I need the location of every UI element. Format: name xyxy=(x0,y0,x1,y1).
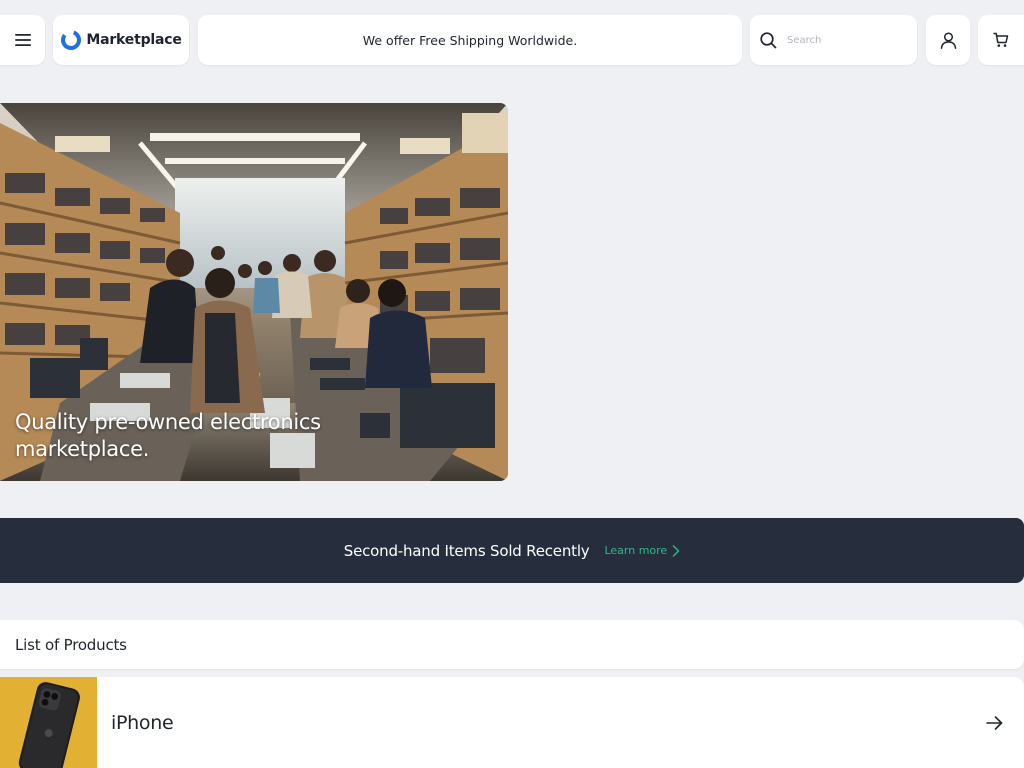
logo-link[interactable]: Marketplace xyxy=(53,15,189,65)
chevron-right-icon xyxy=(672,544,680,557)
hero-title: Quality pre-owned electronics marketplac… xyxy=(15,410,321,461)
learn-more-link[interactable]: Learn more xyxy=(604,544,680,557)
cart-icon xyxy=(993,32,1009,47)
arrow-right-icon xyxy=(985,715,1002,730)
sold-recently-text: Second-hand Items Sold Recently xyxy=(343,541,590,560)
search-box[interactable] xyxy=(750,15,917,65)
user-icon xyxy=(940,31,956,49)
product-row-iphone[interactable]: iPhone xyxy=(0,677,1024,768)
promo-banner: We offer Free Shipping Worldwide. xyxy=(198,15,742,65)
promo-text: We offer Free Shipping Worldwide. xyxy=(362,32,578,48)
search-icon[interactable] xyxy=(760,31,777,49)
search-input[interactable] xyxy=(787,34,897,46)
marketplace-logo-icon xyxy=(61,30,82,50)
product-open-button[interactable] xyxy=(984,713,1004,733)
cart-button[interactable] xyxy=(978,15,1024,65)
product-name: iPhone xyxy=(111,711,174,734)
hamburger-menu-icon xyxy=(14,34,31,46)
iphone-thumbnail xyxy=(0,677,97,768)
iphone-image xyxy=(0,677,97,768)
product-list-header: List of Products xyxy=(0,620,1024,669)
sold-recently-banner: Second-hand Items Sold Recently Learn mo… xyxy=(0,518,1024,583)
menu-button[interactable] xyxy=(0,15,45,65)
product-list-title: List of Products xyxy=(15,635,127,654)
account-button[interactable] xyxy=(926,15,970,65)
hero-banner: Quality pre-owned electronics marketplac… xyxy=(0,103,508,481)
logo-text: Marketplace xyxy=(86,32,182,48)
learn-more-label: Learn more xyxy=(604,544,668,557)
